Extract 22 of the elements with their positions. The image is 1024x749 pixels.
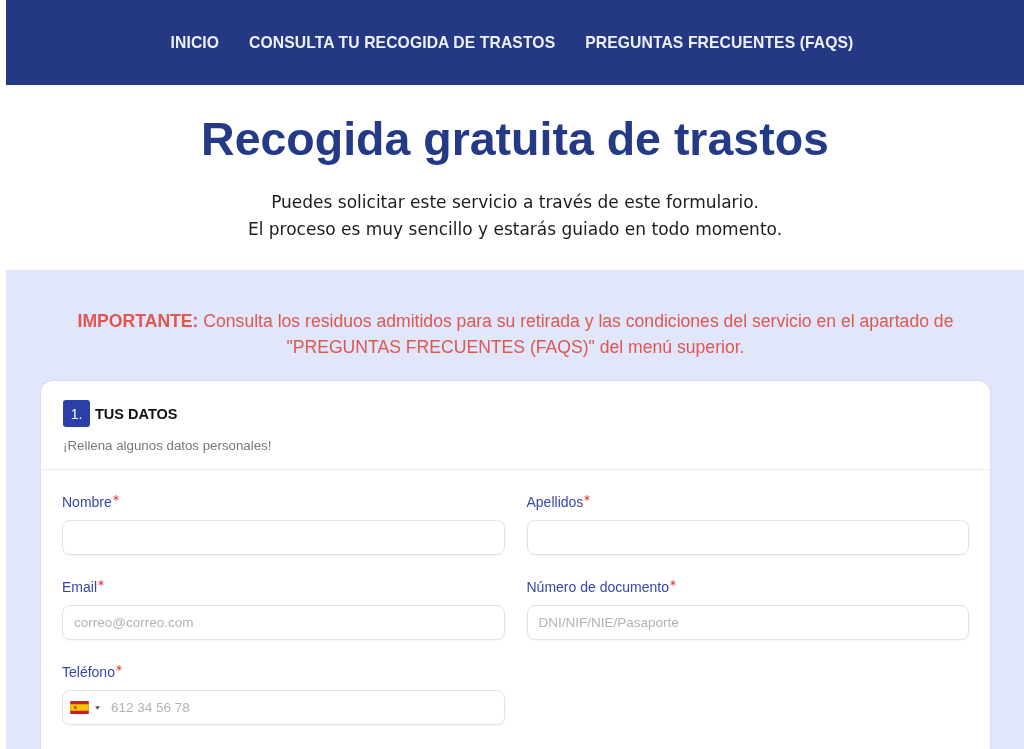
input-field[interactable]: correo@correo.com: [62, 605, 505, 640]
input-field[interactable]: [526, 520, 969, 555]
nav-link[interactable]: INICIO: [170, 33, 220, 52]
field-label: Teléfono: [62, 664, 115, 680]
nav-link[interactable]: CONSULTA TU RECOGIDA DE TRASTOS: [249, 33, 556, 52]
notice-text: IMPORTANTE: Consulta los residuos admitidos para su retirada y las condiciones del servicio en el apartado de "PREGUNTAS FRECUENTES (FAQS)" del menú superior.: [76, 310, 955, 359]
nav-link[interactable]: PREGUNTAS FRECUENTES (FAQS): [585, 33, 854, 52]
phone-input-field[interactable]: 612 34 56 78: [62, 690, 505, 725]
step-number: 1.: [63, 400, 90, 427]
subtitle-text: El proceso es muy sencillo y estarás guiado en todo momento.: [246, 218, 784, 241]
input-field[interactable]: [62, 520, 505, 555]
caret-icon[interactable]: [95, 705, 100, 710]
flag-icon[interactable]: [70, 701, 89, 714]
page-title: Recogida gratuita de trastos: [200, 112, 830, 167]
field-label: Email: [62, 579, 97, 595]
field-label: Nombre: [62, 494, 112, 510]
field-label: Apellidos: [526, 494, 584, 510]
section-description: ¡Rellena algunos datos personales!: [63, 438, 273, 454]
field-label: Número de documento: [526, 579, 669, 595]
input-field[interactable]: DNI/NIF/NIE/Pasaporte: [526, 605, 969, 640]
section-title: TUS DATOS: [95, 405, 178, 422]
subtitle-text: Puedes solicitar este servicio a través de este formulario.: [270, 191, 760, 214]
